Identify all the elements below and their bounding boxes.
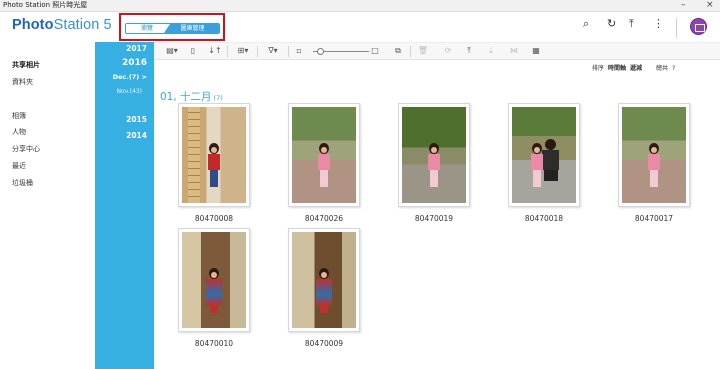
sidebar-item-share-center[interactable]: 分享中心 <box>12 145 40 154</box>
toolbar-divider <box>288 46 289 57</box>
minimize-button[interactable]: – <box>681 0 686 11</box>
sidebar-item-recent[interactable]: 最近 <box>12 162 26 171</box>
photo-caption: 80470010 <box>194 339 234 348</box>
total-value: ? <box>671 65 676 72</box>
photo-thumbnail[interactable] <box>508 103 580 207</box>
sort-direction[interactable]: 遞減 <box>630 65 642 72</box>
toolbar-divider <box>227 46 228 57</box>
app-header: PhotoStation 5 瀏覽 圖庫管理 ⌕ ↻ ⤒ ⋮ <box>0 12 720 42</box>
thumbnail-large-icon[interactable]: □ <box>370 45 380 57</box>
left-sidebar: 共享相片 資料夾 相簿 人物 分享中心 最近 垃圾桶 <box>0 42 95 369</box>
app-logo: PhotoStation 5 <box>12 17 112 33</box>
photo-image <box>182 107 246 203</box>
upload-icon[interactable]: ⤒ <box>463 45 475 57</box>
section-date-header: 01, 十二月 (7) <box>160 89 223 104</box>
header-divider <box>676 18 677 38</box>
timeline-year-2014[interactable]: 2014 <box>126 131 147 140</box>
photo-caption: 80470008 <box>194 214 234 223</box>
timeline-bar: 2017 2016 Dec.(7) > Nov.(43) 2015 2014 <box>95 42 154 369</box>
photo-station-window: { "window": { "title": "Photo Station 照片… <box>0 0 720 369</box>
photo-thumbnail[interactable] <box>178 103 250 207</box>
timeline-month-nov[interactable]: Nov.(43) <box>117 87 142 96</box>
close-button[interactable]: × <box>706 0 714 11</box>
slider-handle[interactable] <box>317 48 324 55</box>
photo-image <box>622 107 686 203</box>
user-avatar[interactable] <box>690 18 707 35</box>
photo-image <box>292 232 356 328</box>
sort-label: 排序 <box>592 65 605 72</box>
window-titlebar: Photo Station 照片時光屋 – × <box>0 0 720 12</box>
photo-image <box>512 107 576 203</box>
photo-caption: 80470026 <box>304 214 344 223</box>
toolbar-divider <box>257 46 258 57</box>
timeline-year-2015[interactable]: 2015 <box>126 115 147 124</box>
total-label: 總共 <box>655 65 668 72</box>
sidebar-item-shared-photos[interactable]: 共享相片 <box>12 61 40 70</box>
view-mode-icon[interactable]: ▤▾ <box>164 45 180 57</box>
sidebar-item-trash[interactable]: 垃圾桶 <box>12 179 33 188</box>
more-icon[interactable]: ⋮ <box>653 17 664 31</box>
filter-icon[interactable]: ∇▾ <box>264 45 282 57</box>
sidebar-item-albums[interactable]: 相簿 <box>12 112 26 121</box>
delete-icon[interactable]: 🗑 <box>417 45 429 57</box>
photo-caption: 80470019 <box>414 214 454 223</box>
upload-icon[interactable]: ⤒ <box>629 17 634 31</box>
photo-thumbnail[interactable] <box>178 228 250 332</box>
sidebar-item-folders[interactable]: 資料夾 <box>12 78 33 87</box>
toolbar: ▤▾ ▯ ↓↑ ⊞▾ ∇▾ ▫ □ ⧉ 🗑 ⟳ ⤒ ⤓ ⋈ ▦ <box>154 42 720 60</box>
rotate-icon[interactable]: ⟳ <box>440 45 456 57</box>
photo-image <box>182 232 246 328</box>
photo-thumbnail[interactable] <box>618 103 690 207</box>
timeline-year-2016[interactable]: 2016 <box>122 59 147 68</box>
photo-thumbnail[interactable] <box>398 103 470 207</box>
photo-caption: 80470018 <box>524 214 564 223</box>
photo-caption: 80470009 <box>304 339 344 348</box>
highlight-box <box>119 13 225 41</box>
timeline-month-dec[interactable]: Dec.(7) > <box>113 73 147 82</box>
window-title: Photo Station 照片時光屋 <box>3 1 88 9</box>
sort-field[interactable]: 時間軸 <box>608 65 626 72</box>
toolbar-divider <box>410 46 411 57</box>
refresh-icon[interactable]: ↻ <box>607 17 616 31</box>
photo-thumbnail[interactable] <box>288 228 360 332</box>
search-icon[interactable]: ⌕ <box>583 17 589 31</box>
section-count: (7) <box>213 94 223 102</box>
sort-order-icon[interactable]: ↓↑ <box>208 45 222 57</box>
download-icon[interactable]: ⤓ <box>485 45 497 57</box>
timeline-year-2017[interactable]: 2017 <box>126 44 147 53</box>
photo-thumbnail[interactable] <box>288 103 360 207</box>
sort-bar: 排序 時間軸 遞減 總共? <box>592 64 720 74</box>
qr-code-icon[interactable]: ▦ <box>530 45 542 57</box>
add-menu-icon[interactable]: ⊞▾ <box>234 45 252 57</box>
timeline-view-icon[interactable]: ▯ <box>188 45 198 57</box>
photo-caption: 80470017 <box>634 214 674 223</box>
thumbnail-small-icon[interactable]: ▫ <box>294 45 304 57</box>
share-icon[interactable]: ⋈ <box>507 45 521 57</box>
photo-image <box>292 107 356 203</box>
sidebar-item-people[interactable]: 人物 <box>12 128 26 137</box>
photo-image <box>402 107 466 203</box>
section-date: 01, 十二月 <box>160 91 212 103</box>
overlap-icon[interactable]: ⧉ <box>392 45 404 57</box>
